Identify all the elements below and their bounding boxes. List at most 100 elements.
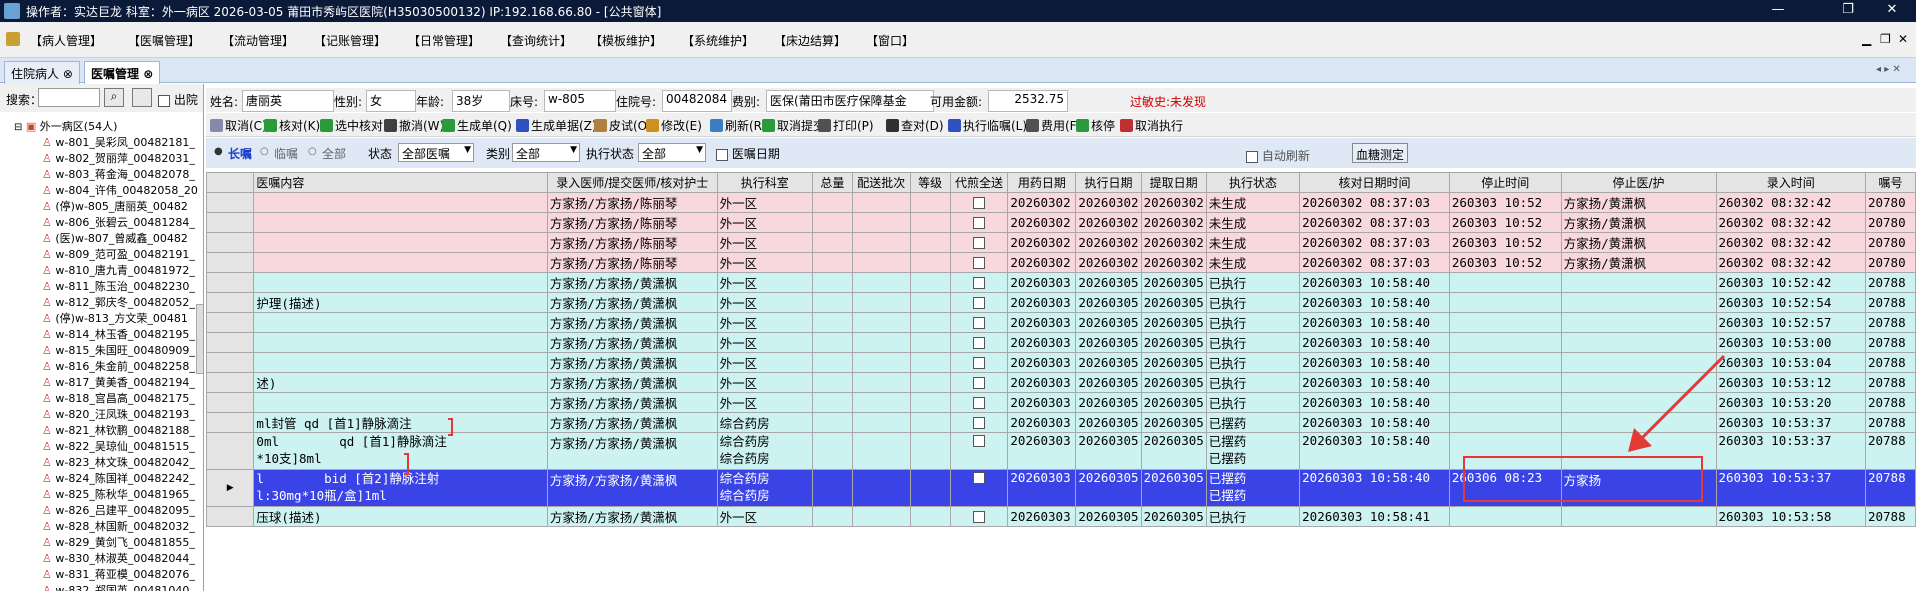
menu-query[interactable]: 【查询统计】: [500, 32, 572, 49]
decoct-checkbox[interactable]: [949, 469, 1009, 507]
row-indicator[interactable]: [205, 432, 255, 470]
decoct-checkbox[interactable]: [949, 292, 1009, 313]
patient-tree-item[interactable]: ♙ w-814_林玉香_00482195_: [42, 326, 195, 342]
column-header[interactable]: 用药日期: [1007, 172, 1077, 193]
table-row[interactable]: 方家扬/方家扬/黄潇枫 外一区 20260303 20260305 20260305 已执…: [205, 272, 1916, 293]
discharged-checkbox[interactable]: 出院: [158, 91, 198, 108]
toolbar-button[interactable]: 刷新(R): [710, 117, 767, 134]
menu-template[interactable]: 【模板维护】: [590, 32, 662, 49]
patient-tree-item[interactable]: ♙ w-832_郑国英_00481040: [42, 582, 189, 591]
checkbox-icon[interactable]: [972, 434, 985, 447]
toolbar-button[interactable]: 撤消(W): [384, 117, 444, 134]
row-indicator[interactable]: [205, 212, 255, 233]
menu-patient[interactable]: 【病人管理】: [30, 32, 102, 49]
checkbox-icon[interactable]: [972, 296, 985, 309]
search-icon[interactable]: ⌕: [104, 88, 124, 107]
patient-tree-item[interactable]: ♙ w-817_黄美香_00482194_: [42, 374, 195, 390]
patient-tree-item[interactable]: ♙ w-821_林钦鹏_00482188_: [42, 422, 195, 438]
tab-close-icon[interactable]: ⊗: [63, 67, 73, 81]
decoct-checkbox[interactable]: [949, 272, 1009, 293]
patient-tree-item[interactable]: ♙ w-810_唐九青_00481972_: [42, 262, 195, 278]
row-indicator[interactable]: [205, 252, 255, 273]
all-orders-radio[interactable]: 全部: [322, 145, 346, 162]
toolbar-button[interactable]: 生成单(Q): [442, 117, 512, 134]
toolbar-button[interactable]: 取消提交: [762, 117, 825, 134]
patient-tree-item[interactable]: ♙ w-815_朱国旺_00480909_: [42, 342, 195, 358]
patient-tree-item[interactable]: ♙ w-831_蒋亚模_00482076_: [42, 566, 195, 582]
decoct-checkbox[interactable]: [949, 312, 1009, 333]
column-header[interactable]: 停止时间: [1448, 172, 1562, 193]
table-row[interactable]: 护理(描述) 方家扬/方家扬/黄潇枫 外一区 20260303 20260305 2026…: [205, 292, 1916, 313]
column-header[interactable]: 提取日期: [1140, 172, 1207, 193]
decoct-checkbox[interactable]: [949, 232, 1009, 253]
column-header[interactable]: 代煎全送: [949, 172, 1009, 193]
patient-tree-item[interactable]: ♙ (医)w-807_曾威鑫_00482: [42, 230, 188, 246]
status-select[interactable]: 全部医嘱 ▼: [398, 143, 474, 162]
column-header[interactable]: 录入时间: [1715, 172, 1866, 193]
mdi-close-button[interactable]: ✕: [1898, 32, 1908, 46]
menu-daily[interactable]: 【日常管理】: [408, 32, 480, 49]
menu-bedside[interactable]: 【床边结算】: [774, 32, 846, 49]
patient-tree-item[interactable]: ♙ w-806_张碧云_00481284_: [42, 214, 195, 230]
checkbox-icon[interactable]: [972, 316, 985, 329]
mdi-restore-button[interactable]: ❐: [1880, 32, 1891, 46]
row-indicator[interactable]: [205, 312, 255, 333]
radio-all-icon[interactable]: ○: [308, 146, 317, 157]
checkbox-icon[interactable]: [972, 396, 985, 409]
column-header[interactable]: 总量: [811, 172, 853, 193]
patient-tree-item[interactable]: ♙ (停)w-813_方文荣_00481: [42, 310, 188, 326]
toolbar-button[interactable]: 选中核对: [320, 117, 383, 134]
menu-accounting[interactable]: 【记账管理】: [314, 32, 386, 49]
row-indicator[interactable]: [205, 272, 255, 293]
refresh-icon[interactable]: [132, 88, 152, 107]
search-input[interactable]: [38, 88, 100, 107]
row-indicator[interactable]: ▶: [205, 469, 255, 507]
toolbar-button[interactable]: 执行临嘱(L): [948, 117, 1027, 134]
patient-tree-item[interactable]: ♙ w-803_蒋金海_00482078_: [42, 166, 195, 182]
minimize-button[interactable]: —: [1756, 2, 1800, 20]
menu-flow[interactable]: 【流动管理】: [222, 32, 294, 49]
decoct-checkbox[interactable]: [949, 252, 1009, 273]
patient-tree-item[interactable]: ♙ w-804_许伟_00482058_20: [42, 182, 198, 198]
long-order-radio[interactable]: 长嘱: [228, 145, 252, 162]
decoct-checkbox[interactable]: [949, 332, 1009, 353]
checkbox-icon[interactable]: [972, 356, 985, 369]
menu-window[interactable]: 【窗口】: [866, 32, 914, 49]
decoct-checkbox[interactable]: [949, 506, 1009, 527]
decoct-checkbox[interactable]: [949, 212, 1009, 233]
column-header[interactable]: 执行状态: [1205, 172, 1301, 193]
table-row[interactable]: 方家扬/方家扬/黄潇枫 外一区 20260303 20260305 20260305 已执…: [205, 312, 1916, 333]
splitter-handle[interactable]: [196, 304, 203, 374]
row-indicator[interactable]: [205, 412, 255, 433]
patient-tree-item[interactable]: ♙ w-820_汪凤珠_00482193_: [42, 406, 195, 422]
checkbox-icon[interactable]: [972, 276, 985, 289]
patient-tree-item[interactable]: ♙ w-830_林淑英_00482044_: [42, 550, 195, 566]
column-header[interactable]: 执行日期: [1075, 172, 1142, 193]
patient-tree-item[interactable]: ♙ w-828_林国新_00482032_: [42, 518, 195, 534]
patient-tree-item[interactable]: ♙ w-826_吕建平_00482095_: [42, 502, 195, 518]
decoct-checkbox[interactable]: [949, 192, 1009, 213]
decoct-checkbox[interactable]: [949, 412, 1009, 433]
column-header[interactable]: 录入医师/提交医师/核对护士: [546, 172, 718, 193]
patient-tree-item[interactable]: ♙ w-823_林文珠_00482042_: [42, 454, 195, 470]
exec-status-select[interactable]: 全部 ▼: [638, 143, 706, 162]
toolbar-button[interactable]: 核停: [1076, 117, 1115, 134]
table-row[interactable]: 方家扬/方家扬/陈丽琴 外一区 20260302 20260302 20260302 未生…: [205, 232, 1916, 253]
restore-button[interactable]: ❐: [1826, 2, 1870, 20]
temp-order-radio[interactable]: 临嘱: [274, 145, 298, 162]
toolbar-button[interactable]: 取消(C): [210, 117, 267, 134]
patient-tree-item[interactable]: ♙ w-802_贺丽萍_00482031_: [42, 150, 195, 166]
column-header[interactable]: 核对日期时间: [1299, 172, 1450, 193]
patient-tree-item[interactable]: ♙ w-816_朱金前_00482258_: [42, 358, 195, 374]
toolbar-button[interactable]: 核对(K): [264, 117, 320, 134]
toolbar-button[interactable]: 费用(F): [1026, 117, 1081, 134]
order-date-checkbox[interactable]: 医嘱日期: [716, 145, 780, 162]
checkbox-icon[interactable]: [972, 216, 985, 229]
row-indicator[interactable]: [205, 292, 255, 313]
toolbar-button[interactable]: 打印(P): [818, 117, 874, 134]
decoct-checkbox[interactable]: [949, 432, 1009, 470]
table-row[interactable]: 方家扬/方家扬/陈丽琴 外一区 20260302 20260302 20260302 未生…: [205, 192, 1916, 213]
patient-tree-item[interactable]: ♙ w-811_陈玉治_00482230_: [42, 278, 195, 294]
column-header[interactable]: 配送批次: [851, 172, 911, 193]
patient-tree-item[interactable]: ♙ w-818_宫昌高_00482175_: [42, 390, 195, 406]
